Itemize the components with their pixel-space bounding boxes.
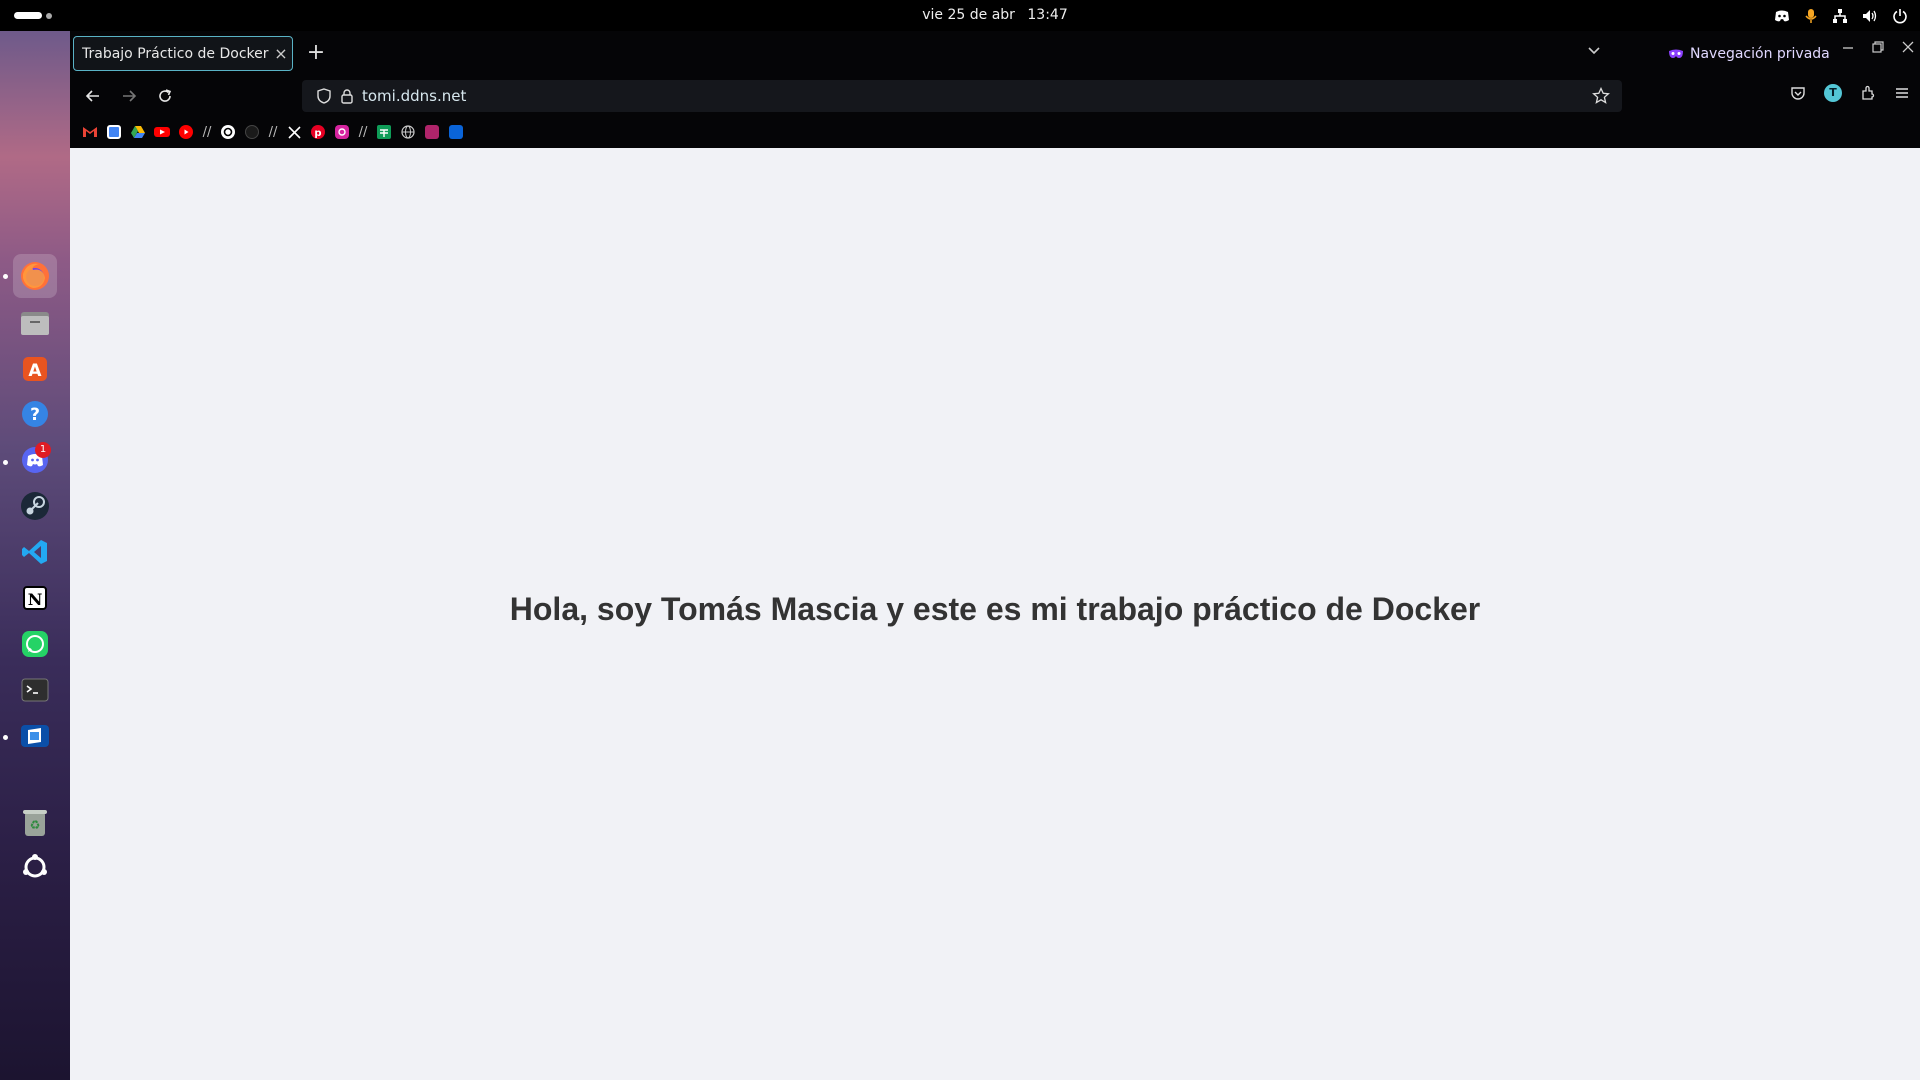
instagram-bookmark-icon[interactable]	[332, 122, 352, 142]
whatsapp-icon[interactable]	[17, 626, 53, 662]
power-icon[interactable]	[1892, 8, 1908, 24]
threads-bookmark-icon[interactable]	[218, 122, 238, 142]
tab-bar: Trabajo Práctico de Docker × + Navegació…	[70, 31, 1920, 76]
reload-icon	[159, 89, 172, 102]
back-button[interactable]	[80, 83, 106, 109]
reload-button[interactable]	[152, 83, 178, 109]
running-indicator	[3, 460, 8, 465]
help-icon[interactable]: ?	[17, 396, 53, 432]
profile-initial: T	[1829, 86, 1837, 99]
discord-tray-icon[interactable]	[1774, 9, 1790, 23]
new-tab-button[interactable]: +	[302, 40, 330, 68]
trash-icon[interactable]: ♻	[17, 804, 53, 840]
pinterest-bookmark-icon[interactable]: p	[308, 122, 328, 142]
google-calendar-bookmark-icon[interactable]	[104, 122, 124, 142]
pocket-icon[interactable]	[1790, 85, 1806, 101]
show-apps-icon[interactable]	[17, 849, 53, 885]
private-browsing-label: Navegación privada	[1690, 46, 1830, 62]
files-icon[interactable]	[17, 305, 53, 341]
svg-text:♻: ♻	[30, 818, 41, 832]
system-tray[interactable]	[1774, 0, 1908, 31]
terminal-icon[interactable]	[17, 672, 53, 708]
notion-icon[interactable]: N	[17, 580, 53, 616]
arrow-right-icon	[123, 90, 137, 102]
lock-icon[interactable]	[340, 88, 354, 104]
bookmark-separator: //	[358, 124, 368, 140]
bookmarks-toolbar: // // p //	[70, 116, 1920, 148]
url-text[interactable]: tomi.ddns.net	[362, 80, 466, 112]
forward-button[interactable]	[116, 83, 142, 109]
vscode-icon[interactable]	[17, 534, 53, 570]
svg-text:?: ?	[30, 405, 40, 425]
navigation-toolbar: tomi.ddns.net T	[70, 76, 1920, 116]
dock: A ? 1 N ♻	[0, 31, 70, 1080]
private-mask-icon	[1669, 49, 1683, 58]
list-all-tabs-button[interactable]	[1586, 42, 1602, 62]
running-indicator	[3, 274, 8, 279]
clock[interactable]: vie 25 de abr 13:47	[0, 0, 1920, 31]
svg-text:A: A	[28, 361, 42, 381]
profile-avatar[interactable]: T	[1824, 84, 1842, 102]
extensions-icon[interactable]	[1860, 85, 1876, 101]
svg-text:p: p	[314, 128, 321, 139]
steam-icon[interactable]	[17, 488, 53, 524]
volume-icon[interactable]	[1862, 8, 1878, 24]
gmail-bookmark-icon[interactable]	[80, 122, 100, 142]
bookmark-separator: //	[268, 124, 278, 140]
app-center-icon[interactable]: A	[17, 351, 53, 387]
window-controls	[1842, 41, 1914, 53]
toolbar-right: T	[1790, 84, 1910, 102]
google-drive-bookmark-icon[interactable]	[128, 122, 148, 142]
tracking-protection-icon[interactable]	[316, 88, 332, 104]
bookmark-separator: //	[202, 124, 212, 140]
svg-text:N: N	[28, 590, 43, 609]
close-window-icon[interactable]	[1902, 41, 1914, 53]
system-top-bar: vie 25 de abr 13:47	[0, 0, 1920, 31]
globe-bookmark-icon[interactable]	[398, 122, 418, 142]
minimize-icon[interactable]	[1842, 41, 1854, 53]
network-icon[interactable]	[1832, 8, 1848, 24]
clock-time: 13:47	[1027, 7, 1068, 23]
youtube-bookmark-icon[interactable]	[152, 122, 172, 142]
clock-date: vie 25 de abr	[922, 7, 1015, 23]
address-bar[interactable]: tomi.ddns.net	[302, 80, 1622, 112]
youtube-music-bookmark-icon[interactable]	[176, 122, 196, 142]
tab-active[interactable]: Trabajo Práctico de Docker ×	[73, 36, 293, 71]
restore-icon[interactable]	[1872, 41, 1884, 53]
firefox-icon[interactable]	[13, 254, 57, 298]
x-bookmark-icon[interactable]	[284, 122, 304, 142]
page-content: Hola, soy Tomás Mascia y este es mi trab…	[70, 148, 1920, 1080]
arrow-left-icon	[85, 90, 99, 102]
running-indicator	[3, 735, 8, 740]
chevron-down-icon	[1588, 47, 1600, 55]
university-bookmark-icon[interactable]	[422, 122, 442, 142]
microphone-icon[interactable]	[1804, 8, 1818, 24]
page-heading: Hola, soy Tomás Mascia y este es mi trab…	[509, 591, 1481, 627]
google-sheets-bookmark-icon[interactable]	[374, 122, 394, 142]
browser-window: Trabajo Práctico de Docker × + Navegació…	[70, 31, 1920, 1080]
github-bookmark-icon[interactable]	[242, 122, 262, 142]
tab-title: Trabajo Práctico de Docker	[82, 45, 269, 62]
discord-badge: 1	[35, 442, 51, 458]
private-browsing-indicator: Navegación privada	[1668, 41, 1830, 67]
remote-desktop-icon[interactable]	[17, 718, 53, 754]
tab-close-icon[interactable]: ×	[270, 44, 292, 63]
bookmark-star-icon[interactable]	[1592, 87, 1610, 105]
hamburger-menu-icon[interactable]	[1894, 85, 1910, 101]
outlook-bookmark-icon[interactable]	[446, 122, 466, 142]
